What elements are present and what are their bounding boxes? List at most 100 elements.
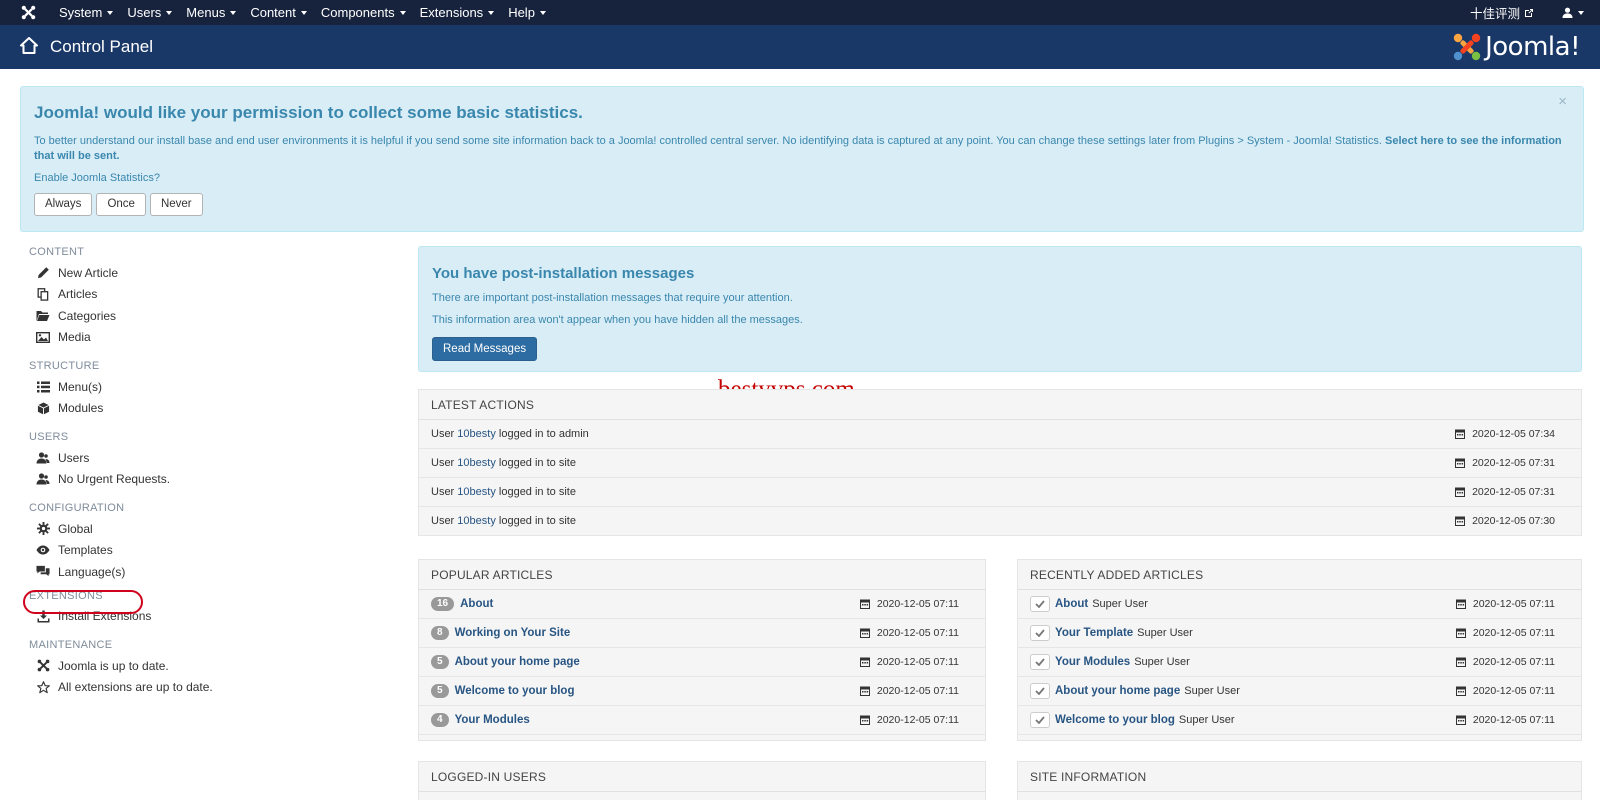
menu-components[interactable]: Components <box>314 0 413 25</box>
panel-title: POPULAR ARTICLES <box>419 560 985 590</box>
panel-title: SITE INFORMATION <box>1018 762 1581 792</box>
sidebar-item-menus[interactable]: Menu(s) <box>29 376 369 398</box>
article-link[interactable]: Welcome to your blog <box>1055 714 1175 726</box>
sidebar-item-privacy-requests[interactable]: No Urgent Requests. <box>29 469 369 491</box>
article-link[interactable]: Working on Your Site <box>455 627 571 639</box>
joomla-logo-icon[interactable] <box>14 0 42 25</box>
row-date: 2020-12-05 07:30 <box>1455 515 1555 527</box>
article-link[interactable]: Your Modules <box>1055 656 1130 668</box>
user-link[interactable]: 10besty <box>457 428 496 440</box>
row-date: 2020-12-05 07:11 <box>859 627 959 639</box>
never-button[interactable]: Never <box>149 193 203 216</box>
published-check-icon[interactable] <box>1030 683 1050 699</box>
highlight-circle <box>23 590 143 614</box>
published-check-icon[interactable] <box>1030 596 1050 612</box>
article-link[interactable]: About <box>460 598 493 610</box>
sidebar-item-new-article[interactable]: New Article <box>29 262 369 284</box>
user-menu[interactable] <box>1562 7 1584 18</box>
article-link[interactable]: About your home page <box>455 656 580 668</box>
date-text: 2020-12-05 07:11 <box>876 627 959 639</box>
hits-badge: 5 <box>431 655 449 669</box>
hits-badge: 8 <box>431 626 449 640</box>
article-author: Super User <box>1134 656 1190 668</box>
nav-right: 十佳评测 <box>1470 0 1584 25</box>
menu-menus[interactable]: Menus <box>179 0 243 25</box>
article-author: Super User <box>1184 685 1240 697</box>
sidebar-item-categories[interactable]: Categories <box>29 305 369 327</box>
row-date: 2020-12-05 07:31 <box>1455 457 1555 469</box>
date-text: 2020-12-05 07:11 <box>1472 627 1555 639</box>
menu-users[interactable]: Users <box>120 0 179 25</box>
menu-system[interactable]: System <box>52 0 120 25</box>
table-row: Your Template Super User 2020-12-05 07:11 <box>1018 619 1581 648</box>
published-check-icon[interactable] <box>1030 712 1050 728</box>
hits-badge: 4 <box>431 713 449 727</box>
sidebar-item-global[interactable]: Global <box>29 518 369 540</box>
row-date: 2020-12-05 07:11 <box>1455 656 1555 668</box>
calendar-icon <box>859 628 870 638</box>
site-information-panel: SITE INFORMATION <box>1017 761 1582 800</box>
post-install-title: You have post-installation messages <box>432 265 695 282</box>
caret-down-icon <box>166 11 173 15</box>
article-link[interactable]: About your home page <box>1055 685 1180 697</box>
read-messages-button[interactable]: Read Messages <box>432 337 538 361</box>
article-link[interactable]: Welcome to your blog <box>455 685 575 697</box>
section-title-configuration: CONFIGURATION <box>29 502 125 514</box>
sidebar-item-extensions-update[interactable]: All extensions are up to date. <box>29 677 369 699</box>
date-text: 2020-12-05 07:11 <box>876 598 959 610</box>
article-author: Super User <box>1178 714 1235 726</box>
published-check-icon[interactable] <box>1030 625 1050 641</box>
table-row: Your Modules Super User 2020-12-05 07:11 <box>1018 648 1581 677</box>
user-link[interactable]: 10besty <box>457 457 496 469</box>
once-button[interactable]: Once <box>96 193 146 216</box>
hits-badge: 5 <box>431 684 449 698</box>
gear-icon <box>36 522 50 536</box>
article-link[interactable]: Your Template <box>1055 627 1133 639</box>
row-date: 2020-12-05 07:34 <box>1455 428 1555 440</box>
article-author: Super User <box>1137 627 1193 639</box>
sidebar-item-label: Media <box>58 330 91 345</box>
menu-content[interactable]: Content <box>243 0 314 25</box>
calendar-icon <box>1455 458 1466 468</box>
sidebar-item-modules[interactable]: Modules <box>29 398 369 420</box>
sidebar-item-templates[interactable]: Templates <box>29 540 369 562</box>
table-row: User 10besty logged in to site 2020-12-0… <box>419 478 1581 507</box>
row-action: logged in to site <box>498 486 576 498</box>
statistics-buttons: Always Once Never <box>34 193 203 216</box>
date-text: 2020-12-05 07:11 <box>876 714 959 726</box>
statistics-title: Joomla! would like your permission to co… <box>34 103 583 122</box>
logged-in-users-panel: LOGGED-IN USERS <box>418 761 986 800</box>
menu-help[interactable]: Help <box>501 0 553 25</box>
popular-articles-panel: POPULAR ARTICLES 16 About 2020-12-05 07:1… <box>418 559 986 741</box>
article-author: Super User <box>1092 598 1148 610</box>
sidebar-item-media[interactable]: Media <box>29 327 369 349</box>
article-link[interactable]: Your Modules <box>455 714 530 726</box>
close-icon[interactable]: × <box>1558 93 1567 110</box>
article-link[interactable]: About <box>1055 598 1088 610</box>
sidebar-item-articles[interactable]: Articles <box>29 284 369 306</box>
table-row: 5 About your home page 2020-12-05 07:11 <box>419 648 985 677</box>
user-link[interactable]: 10besty <box>457 486 496 498</box>
site-link[interactable]: 十佳评测 <box>1470 3 1534 22</box>
menu-extensions[interactable]: Extensions <box>413 0 502 25</box>
row-date: 2020-12-05 07:11 <box>1455 627 1555 639</box>
joomla-logo-icon <box>1453 33 1481 61</box>
top-navbar: System Users Menus Content Components Ex… <box>0 0 1600 25</box>
row-date: 2020-12-05 07:11 <box>859 685 959 697</box>
published-check-icon[interactable] <box>1030 654 1050 670</box>
caret-down-icon <box>1578 11 1584 15</box>
row-action: logged in to site <box>498 457 576 469</box>
menu-label: Content <box>250 5 296 20</box>
always-button[interactable]: Always <box>34 193 93 216</box>
sidebar-item-label: All extensions are up to date. <box>58 680 213 695</box>
statistics-text: To better understand our install base an… <box>34 135 1382 147</box>
sidebar-item-label: Modules <box>58 401 104 416</box>
sidebar-item-users[interactable]: Users <box>29 447 369 469</box>
user-link[interactable]: 10besty <box>457 515 496 527</box>
statistics-alert: Joomla! would like your permission to co… <box>20 86 1584 232</box>
sidebar-item-languages[interactable]: Language(s) <box>29 561 369 583</box>
section-title-users: USERS <box>29 431 69 443</box>
sidebar-item-joomla-update[interactable]: Joomla is up to date. <box>29 655 369 677</box>
eye-icon <box>36 543 50 557</box>
row-date: 2020-12-05 07:11 <box>1455 685 1555 697</box>
